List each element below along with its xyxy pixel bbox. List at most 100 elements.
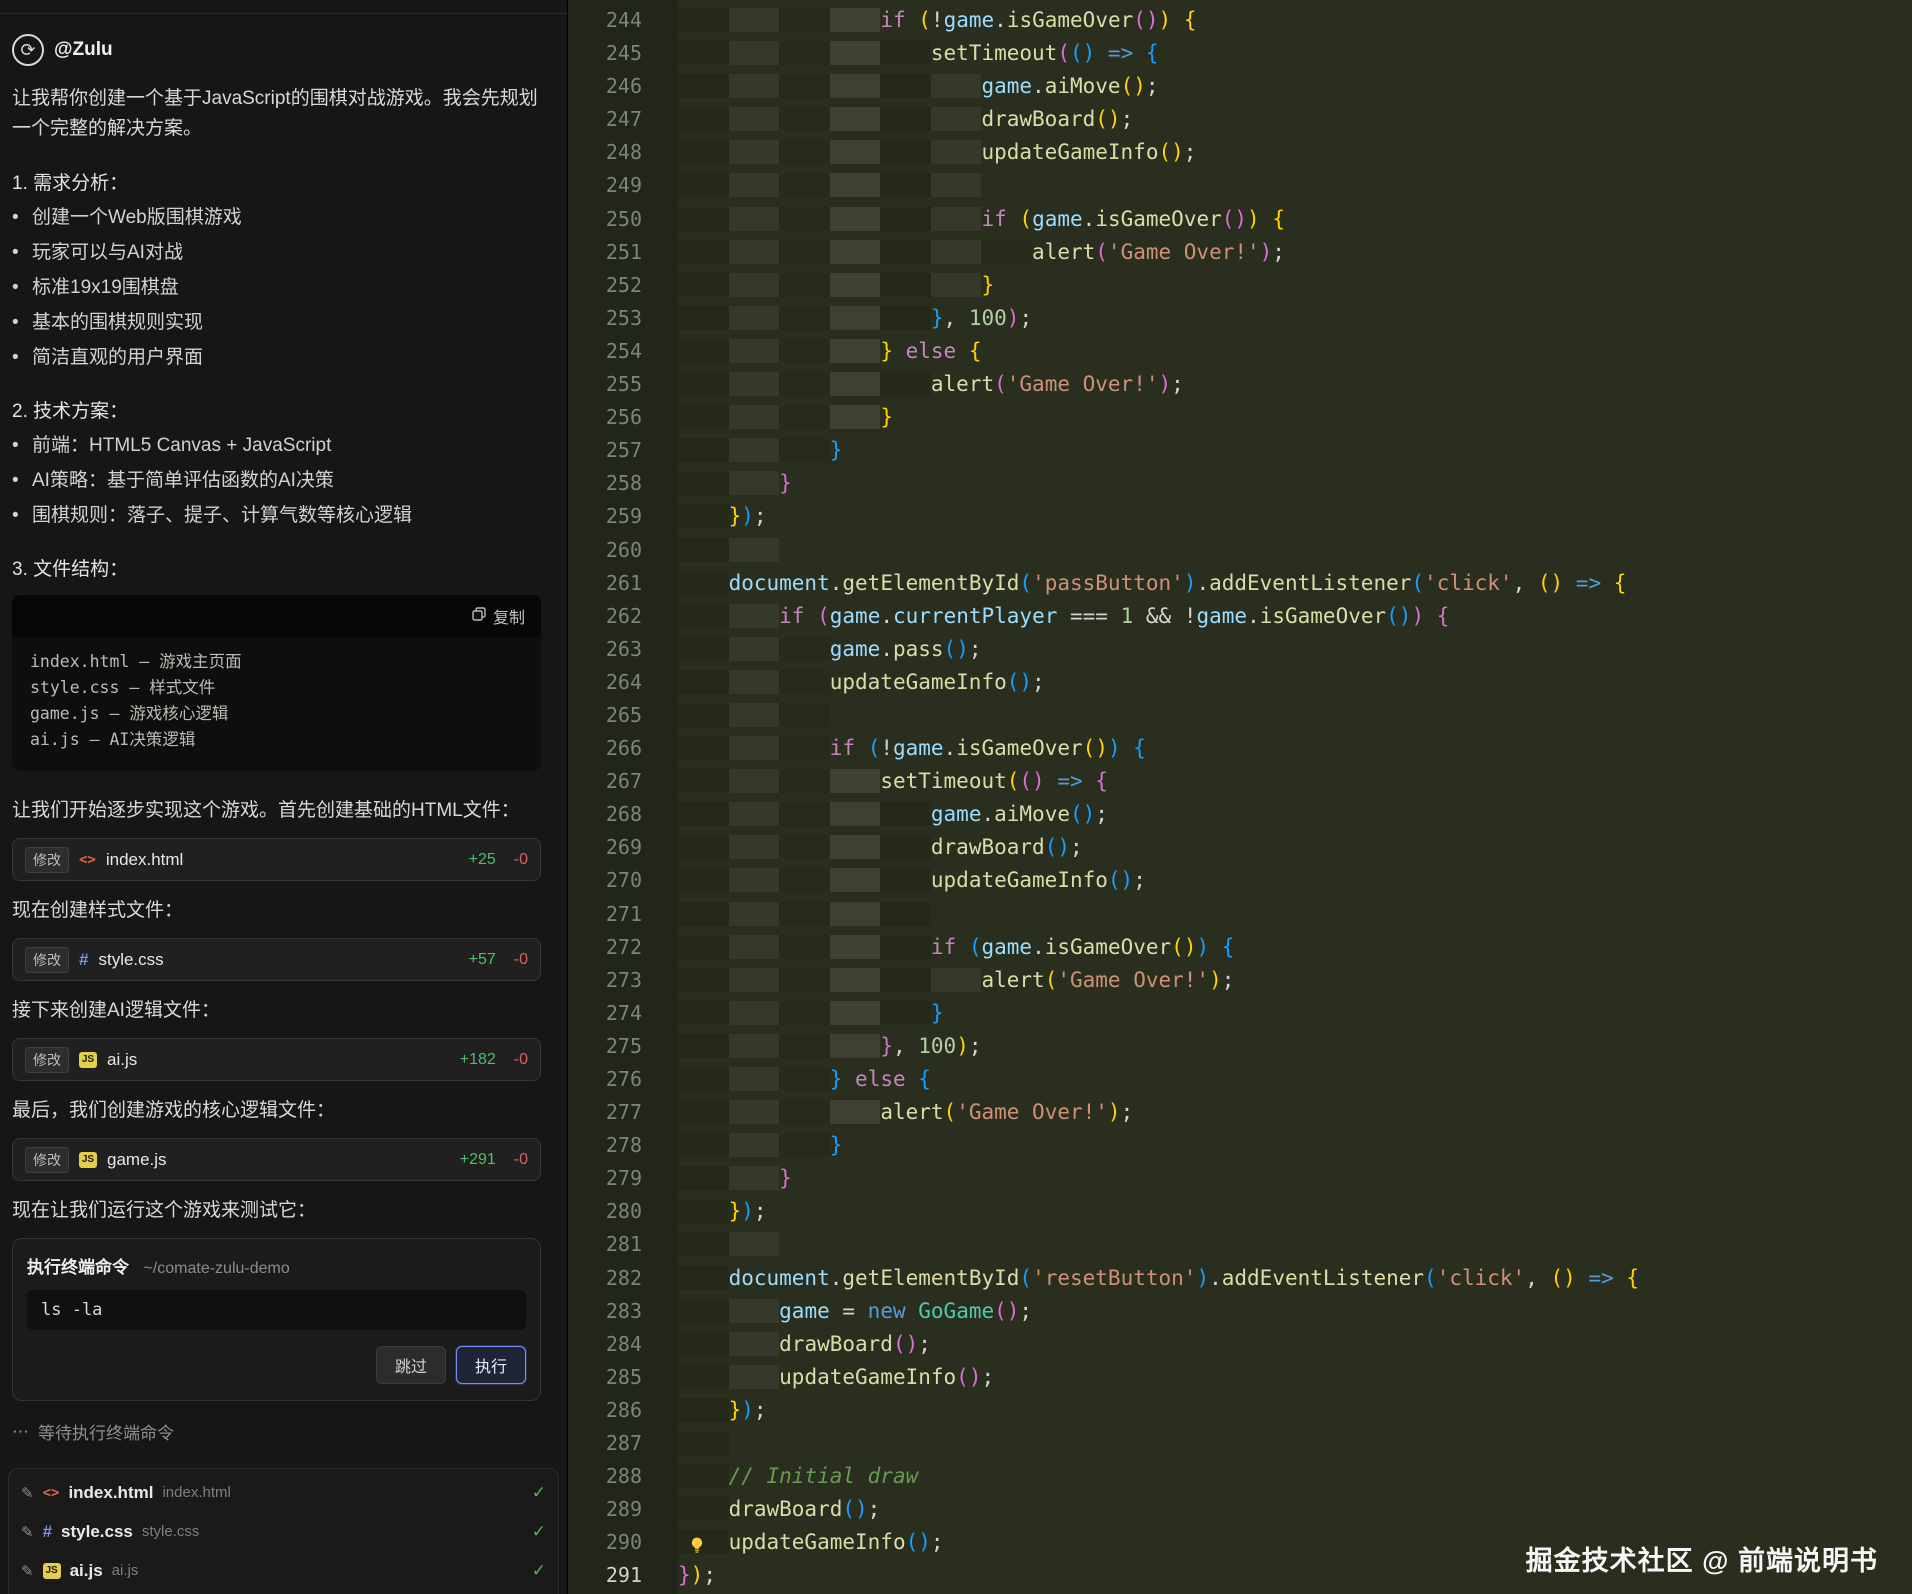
code-line: if (game.isGameOver()) { xyxy=(678,203,1912,236)
bullet-text: 围棋规则：落子、提子、计算气数等核心逻辑 xyxy=(32,505,413,526)
line-number: 266 xyxy=(605,736,642,761)
app: ⟳ @Zulu 让我帮你创建一个基于JavaScript的围棋对战游戏。我会先规… xyxy=(0,0,1912,1594)
line-number: 281 xyxy=(605,1232,642,1257)
code-area[interactable]: if (!game.isGameOver()) { setTimeout(() … xyxy=(678,0,1912,1594)
js-file-icon: JS xyxy=(79,1051,97,1068)
assistant-intro: 让我帮你创建一个基于JavaScript的围棋对战游戏。我会先规划一个完整的解决… xyxy=(12,88,538,139)
edit-icon: ✎ xyxy=(21,1484,34,1502)
line-number: 270 xyxy=(605,868,642,893)
line-number: 272 xyxy=(605,934,642,959)
file-name: style.css xyxy=(98,949,164,969)
terminal-title: 执行终端命令 xyxy=(27,1258,129,1277)
line-number: 288 xyxy=(605,1464,642,1489)
run-button[interactable]: 执行 xyxy=(455,1346,526,1384)
code-line xyxy=(678,534,1912,567)
bullet-dot: • xyxy=(12,242,19,263)
bullet-dot: • xyxy=(12,207,19,228)
code-line: drawBoard(); xyxy=(678,1328,1912,1361)
line-number: 278 xyxy=(605,1133,642,1158)
copy-button[interactable]: 复制 xyxy=(472,604,525,628)
modify-badge: 修改 xyxy=(25,846,69,873)
copy-icon xyxy=(472,606,486,626)
ellipsis-icon: ⋯ xyxy=(12,1421,29,1441)
line-number: 248 xyxy=(605,140,642,165)
file-change-card[interactable]: 修改 # style.css +57 -0 xyxy=(12,938,541,981)
check-icon: ✓ xyxy=(531,1560,546,1580)
file-row-path: style.css xyxy=(141,1523,200,1540)
line-number: 265 xyxy=(605,702,642,727)
html-file-icon: <> xyxy=(79,851,96,868)
line-number: 275 xyxy=(605,1033,642,1058)
code-line: game.aiMove(); xyxy=(678,798,1912,831)
code-block-header: 复制 xyxy=(12,595,541,637)
file-structure-block: 复制 index.html — 游戏主页面 style.css — 样式文件 g… xyxy=(12,595,541,771)
waiting-status: ⋯ 等待执行终端命令 xyxy=(12,1419,541,1444)
file-name: game.js xyxy=(107,1149,167,1169)
file-change-card[interactable]: 修改 JS game.js +291 -0 xyxy=(12,1138,541,1181)
code-line: drawBoard(); xyxy=(678,1493,1912,1526)
bullet-item: • 围棋规则：落子、提子、计算气数等核心逻辑 xyxy=(12,501,541,530)
line-number: 289 xyxy=(605,1497,642,1522)
step-text: 现在创建样式文件： xyxy=(12,900,184,921)
code-line xyxy=(678,1427,1912,1460)
edit-icon: ✎ xyxy=(21,1562,34,1580)
added-lines-count: +57 xyxy=(468,950,496,968)
code-line: }); xyxy=(678,1394,1912,1427)
line-number: 269 xyxy=(605,835,642,860)
code-line: }); xyxy=(678,1195,1912,1228)
removed-lines-count: -0 xyxy=(513,950,528,968)
line-number: 246 xyxy=(605,74,642,99)
edit-icon: ✎ xyxy=(21,1523,34,1541)
code-line: } xyxy=(678,997,1912,1030)
bullet-dot: • xyxy=(12,312,19,333)
file-row[interactable]: ✎ # style.css style.css ✓ xyxy=(21,1512,546,1551)
skip-button[interactable]: 跳过 xyxy=(375,1346,446,1384)
file-row[interactable]: ✎ JS ai.js ai.js ✓ xyxy=(21,1551,546,1590)
code-line: } xyxy=(678,434,1912,467)
line-numbers: 244 245 246 247 248 249 250 251 252 253 254 255 256 2… xyxy=(568,0,678,1594)
bullet-item: • 玩家可以与AI对战 xyxy=(12,238,541,267)
code-line: } xyxy=(678,401,1912,434)
bullet-item: • 基本的围棋规则实现 xyxy=(12,308,541,337)
css-file-icon: # xyxy=(42,1521,53,1541)
line-number: 244 xyxy=(605,8,642,32)
line-number: 253 xyxy=(605,305,642,330)
bullet-text: 标准19x19围棋盘 xyxy=(32,277,179,298)
panel-top-divider xyxy=(0,0,567,14)
code-line xyxy=(678,1228,1912,1261)
code-line: game = new GoGame(); xyxy=(678,1295,1912,1328)
code-line: document.getElementById('resetButton').a… xyxy=(678,1262,1912,1295)
bullet-item: • 创建一个Web版围棋游戏 xyxy=(12,203,541,232)
quickfix-lightbulb-icon[interactable] xyxy=(688,1531,708,1554)
bullet-dot: • xyxy=(12,505,19,526)
code-line: drawBoard(); xyxy=(678,831,1912,864)
step-text: 现在让我们运行这个游戏来测试它： xyxy=(12,1200,317,1221)
code-line: game.pass(); xyxy=(678,633,1912,666)
line-number: 247 xyxy=(605,107,642,132)
code-line: } xyxy=(678,1129,1912,1162)
code-line: setTimeout(() => { xyxy=(678,37,1912,70)
file-row-name: style.css xyxy=(61,1521,133,1541)
code-line: alert('Game Over!'); xyxy=(678,368,1912,401)
code-line: }, 100); xyxy=(678,1030,1912,1063)
line-number: 252 xyxy=(605,272,642,297)
line-number: 258 xyxy=(605,471,642,496)
file-row[interactable]: ✎ <> index.html index.html ✓ xyxy=(21,1473,546,1512)
file-name: ai.js xyxy=(107,1049,138,1069)
line-number: 262 xyxy=(605,603,642,628)
added-lines-count: +182 xyxy=(459,1050,496,1068)
html-file-icon: <> xyxy=(42,1484,60,1501)
file-change-card[interactable]: 修改 JS ai.js +182 -0 xyxy=(12,1038,541,1081)
terminal-command-input[interactable]: ls -la xyxy=(27,1290,526,1330)
js-file-icon: JS xyxy=(42,1562,61,1579)
file-change-card[interactable]: 修改 <> index.html +25 -0 xyxy=(12,838,541,881)
line-number: 255 xyxy=(605,372,642,397)
line-number: 267 xyxy=(605,769,642,794)
bullet-text: 简洁直观的用户界面 xyxy=(32,347,204,368)
code-line: updateGameInfo(); xyxy=(678,136,1912,169)
file-row-path: ai.js xyxy=(111,1562,139,1579)
js-file-icon: JS xyxy=(79,1151,97,1168)
code-line: setTimeout(() => { xyxy=(678,765,1912,798)
bullet-item: • AI策略：基于简单评估函数的AI决策 xyxy=(12,466,541,495)
bullet-text: 前端：HTML5 Canvas + JavaScript xyxy=(32,435,332,456)
